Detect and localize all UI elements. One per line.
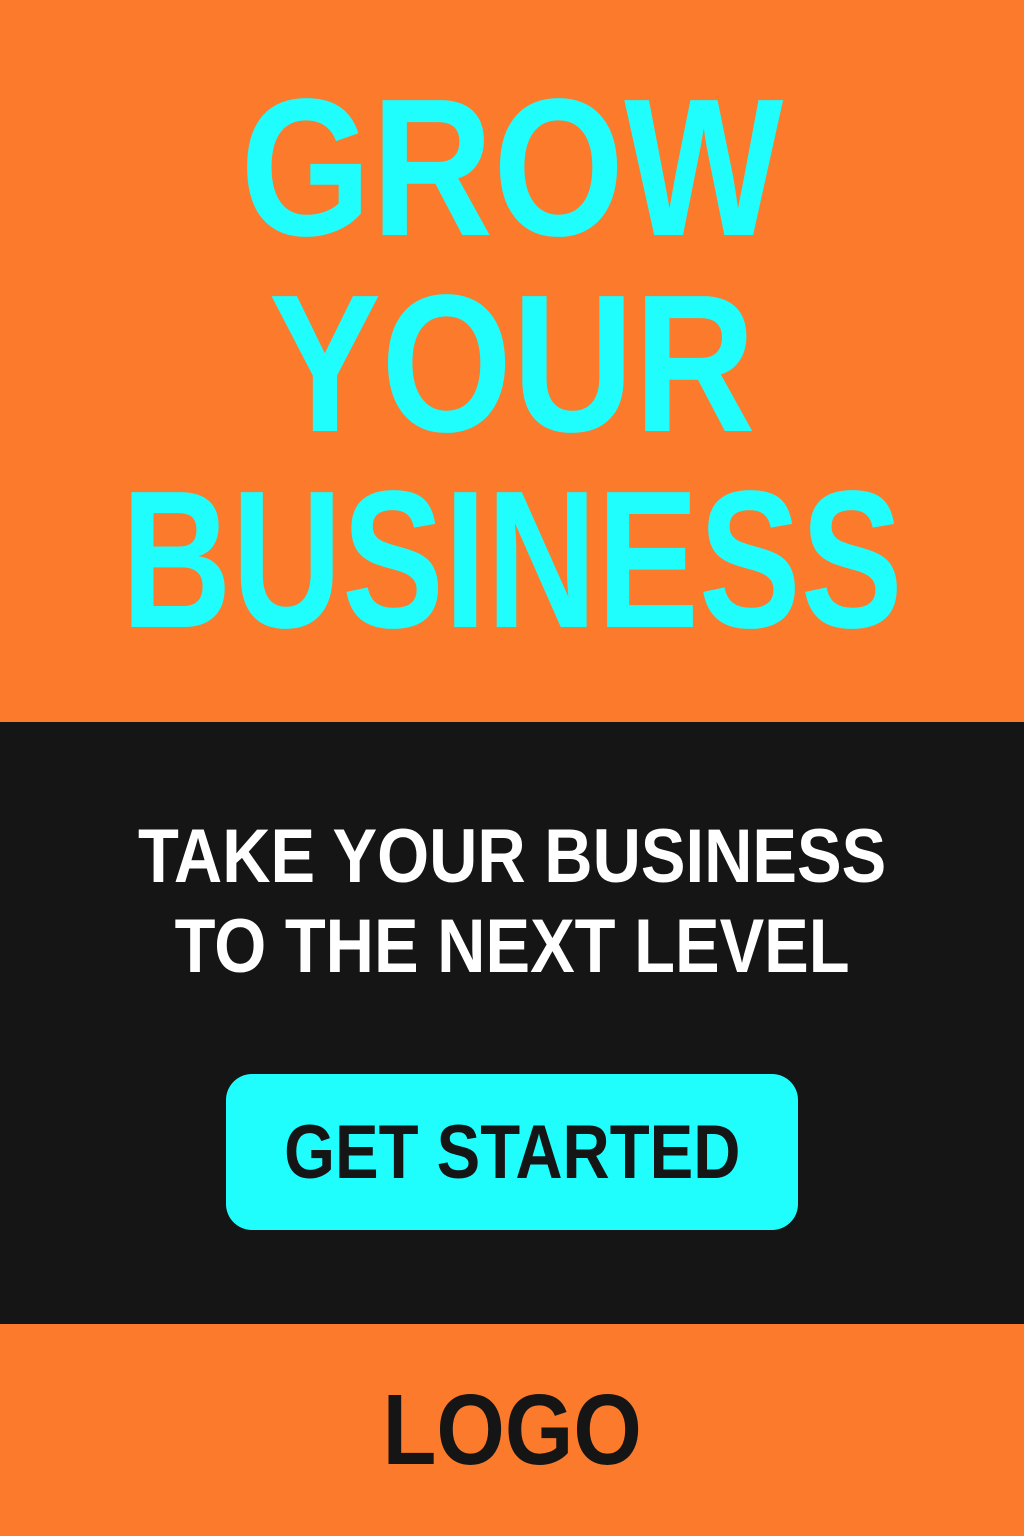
headline-line-1: GROW <box>240 58 784 277</box>
ad-poster: GROW YOUR BUSINESS TAKE YOUR BUSINESS TO… <box>0 0 1024 1536</box>
headline-line-2: YOUR <box>268 254 756 473</box>
tagline: TAKE YOUR BUSINESS TO THE NEXT LEVEL <box>138 812 886 992</box>
logo: LOGO <box>382 1373 642 1486</box>
tagline-line-2: TO THE NEXT LEVEL <box>174 904 850 989</box>
hero-section: GROW YOUR BUSINESS <box>0 0 1024 722</box>
tagline-section: TAKE YOUR BUSINESS TO THE NEXT LEVEL GET… <box>0 722 1024 1324</box>
get-started-label: GET STARTED <box>283 1109 741 1195</box>
headline-line-3: BUSINESS <box>121 450 903 669</box>
get-started-button[interactable]: GET STARTED <box>226 1074 798 1230</box>
tagline-line-1: TAKE YOUR BUSINESS <box>137 814 887 899</box>
footer-section: LOGO <box>0 1324 1024 1536</box>
